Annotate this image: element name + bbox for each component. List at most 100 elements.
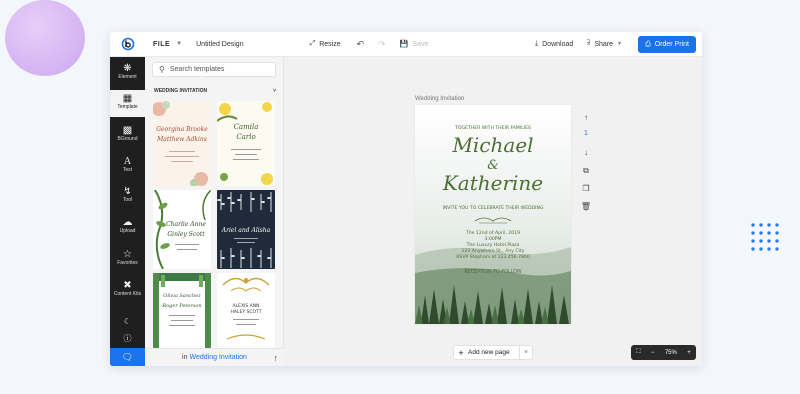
rail-item-upload[interactable]: ☁ Upload <box>110 217 145 239</box>
save-label: Save <box>412 40 429 48</box>
invitation-name-1: Michael <box>451 133 533 157</box>
chevron-down-icon[interactable]: ˅ <box>520 350 532 356</box>
undo-icon[interactable]: ↶ <box>357 39 365 50</box>
invitation-venue: The Luxury Hotel Plaza <box>466 242 520 248</box>
trash-icon[interactable]: 🗑 <box>580 202 592 211</box>
zoom-out-button[interactable]: − <box>651 350 655 356</box>
rail-item-text[interactable]: A Text <box>110 156 145 178</box>
rail-item-label: Template <box>117 104 138 110</box>
thumb-script-2: HALEY SCOTT <box>231 309 262 315</box>
chat-button[interactable]: 🗨 <box>110 348 145 366</box>
app-logo[interactable] <box>110 32 145 57</box>
page-number: 1 <box>584 130 588 137</box>
rail-item-element[interactable]: ❋ Element <box>110 63 145 87</box>
rail-item-label: Element <box>118 74 137 80</box>
template-thumbnail[interactable]: ALEXIS ANN HALEY SCOTT <box>217 273 275 348</box>
order-print-label: Order Print <box>654 41 689 48</box>
resize-button[interactable]: ⤢ Resize <box>310 40 341 48</box>
rail-item-favorites[interactable]: ☆ Favorites <box>110 249 145 271</box>
search-icon: ⚲ <box>159 65 165 74</box>
invitation-time: 3:00PM <box>484 236 501 242</box>
invitation-header: TOGETHER WITH THEIR FAMILIES <box>454 125 531 131</box>
chevron-down-icon: ▼ <box>617 41 622 47</box>
share-label: Share <box>594 40 614 48</box>
invitation-name-2: Katherine <box>442 171 543 195</box>
thumb-script-2: Ginley Scott <box>167 231 205 238</box>
zoom-in-button[interactable]: + <box>687 350 691 356</box>
star-icon: ☆ <box>123 249 132 260</box>
zoom-control: ⛶ − 75% + <box>631 345 696 360</box>
invitation-address: 123 Anywhere St., Any City <box>462 248 525 254</box>
text-icon: A <box>123 156 132 167</box>
background-icon: ▩ <box>122 125 133 136</box>
share-icon: ⫂ <box>587 40 591 47</box>
redo-icon[interactable]: ↷ <box>378 39 386 50</box>
arrow-down-icon[interactable]: ↓ <box>580 148 592 157</box>
template-thumbnail[interactable]: Olivia Sanchez Roger Peterson <box>153 273 211 348</box>
section-title: WEDDING INVITATION <box>154 88 208 94</box>
resize-icon: ⤢ <box>309 40 316 47</box>
download-icon: ⤓ <box>535 40 539 47</box>
share-button[interactable]: ⫂ Share ▼ <box>587 40 622 48</box>
decorative-blob <box>5 0 85 76</box>
download-label: Download <box>542 40 574 48</box>
add-page-button[interactable]: + Add new page ˅ <box>453 345 533 360</box>
shapes-icon: ❋ <box>123 63 132 74</box>
template-icon: ▦ <box>122 93 133 104</box>
page-label: Wedding Invitation <box>415 96 465 102</box>
section-header: WEDDING INVITATION ˅ <box>154 88 276 94</box>
editor-window: FILE ▼ Untitled Design ⤢ Resize ↶ ↷ 💾 Sa… <box>110 32 702 366</box>
rail-item-label: Upload <box>119 228 136 234</box>
thumb-script-1: Ariel and Alisha <box>221 227 271 234</box>
rail-item-label: Tool <box>122 197 133 203</box>
templates-panel: ⚲ Search templates WEDDING INVITATION ˅ … <box>145 57 284 366</box>
footer-prefix: in <box>182 354 188 361</box>
rail-item-content-kits[interactable]: ✖ Content Kits <box>110 280 145 304</box>
category-link[interactable]: Wedding Invitation <box>189 354 246 361</box>
save-icon: 💾 <box>399 41 409 48</box>
invitation-reception: RECEPTION TO FOLLOW <box>464 269 522 275</box>
chevron-down-icon[interactable]: ▼ <box>176 41 182 47</box>
arrow-up-icon[interactable]: ↑ <box>274 353 279 363</box>
moon-icon: ☾ <box>123 317 132 326</box>
arrow-up-icon[interactable]: ↑ <box>580 113 592 122</box>
top-toolbar: FILE ▼ Untitled Design ⤢ Resize ↶ ↷ 💾 Sa… <box>110 32 702 57</box>
thumb-script-1: Camila <box>234 123 259 131</box>
download-button[interactable]: ⤓ Download <box>535 40 573 48</box>
order-print-button[interactable]: ⎙ Order Print <box>638 36 696 53</box>
template-thumbnail[interactable]: Camila Carlo <box>217 101 275 186</box>
thumb-script-1: Olivia Sanchez <box>163 293 201 299</box>
design-page[interactable]: TOGETHER WITH THEIR FAMILIES Michael & K… <box>415 105 571 324</box>
thumb-script-2: Roger Peterson <box>161 303 201 309</box>
rail-item-label: BGround <box>117 136 138 142</box>
template-thumbnail[interactable]: Ariel and Alisha <box>217 190 275 269</box>
chevron-down-icon[interactable]: ˅ <box>273 88 276 94</box>
tool-icon: ↯ <box>123 186 132 197</box>
invitation-date: The 12nd of April, 2019 <box>465 230 520 236</box>
fit-screen-icon[interactable]: ⛶ <box>636 349 640 356</box>
copy-icon[interactable]: ⧉ <box>580 166 592 176</box>
invitation-rsvp: RSVP Stephani at 123.456.7800 <box>456 254 530 260</box>
rail-item-template[interactable]: ▦ Template <box>110 90 145 117</box>
template-thumbnail[interactable]: Georgina Brooke Matthew Adkins <box>153 101 211 186</box>
search-input[interactable]: ⚲ Search templates <box>152 62 276 77</box>
file-menu[interactable]: FILE <box>153 41 170 48</box>
info-button[interactable]: ⓘ <box>110 333 145 345</box>
dark-mode-toggle[interactable]: ☾ <box>110 316 145 328</box>
plus-icon: + <box>458 347 464 358</box>
design-title[interactable]: Untitled Design <box>196 41 243 48</box>
thumb-script-1: Georgina Brooke <box>156 126 208 133</box>
rail-item-tool[interactable]: ↯ Tool <box>110 186 145 208</box>
save-button[interactable]: 💾 Save <box>399 40 429 49</box>
info-icon: ⓘ <box>123 334 132 343</box>
template-thumbnail[interactable]: Charlie Anne Ginley Scott <box>153 190 211 269</box>
rail-item-label: Text <box>122 167 133 173</box>
printer-icon: ⎙ <box>645 40 651 48</box>
chat-icon: 🗨 <box>121 351 134 362</box>
resize-label: Resize <box>319 40 341 48</box>
duplicate-icon[interactable]: ❐ <box>580 184 592 193</box>
rail-item-bground[interactable]: ▩ BGround <box>110 125 145 147</box>
thumb-script-1: ALEXIS ANN <box>233 303 260 309</box>
thumb-script-2: Matthew Adkins <box>156 136 207 143</box>
zoom-level[interactable]: 75% <box>665 350 677 356</box>
